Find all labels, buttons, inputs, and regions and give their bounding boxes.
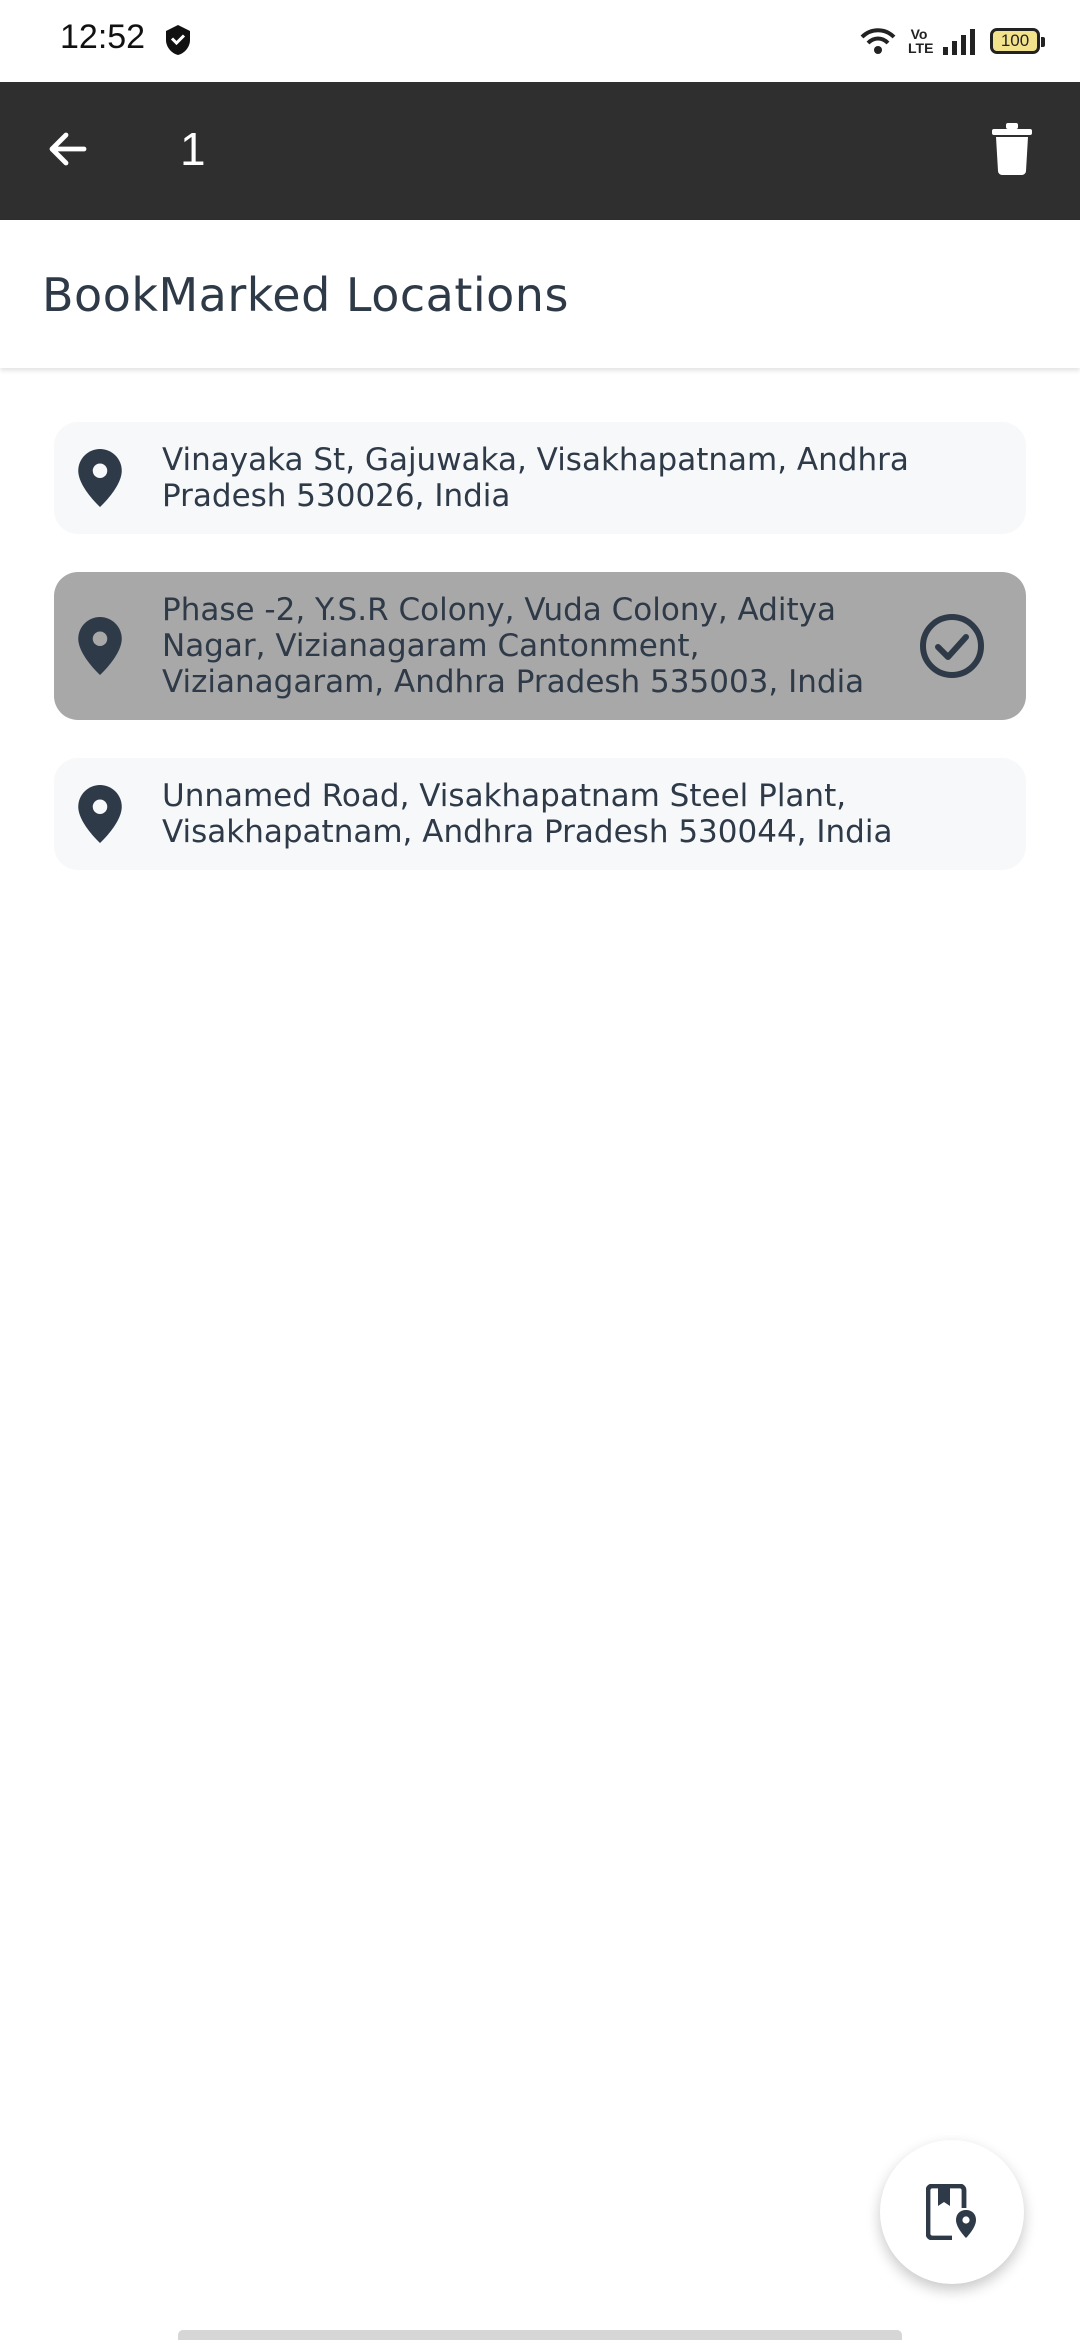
location-item[interactable]: Unnamed Road, Visakhapatnam Steel Plant,… bbox=[54, 758, 1026, 870]
status-icons: Vo LTE 100 bbox=[860, 22, 1045, 60]
trash-icon bbox=[992, 123, 1032, 175]
gesture-bar bbox=[178, 2330, 902, 2340]
selected-count: 1 bbox=[180, 123, 206, 175]
signal-icon bbox=[943, 29, 975, 55]
location-address: Unnamed Road, Visakhapatnam Steel Plant,… bbox=[162, 778, 893, 850]
page-header: BookMarked Locations bbox=[0, 220, 1080, 368]
status-bar: 12:52 Vo LTE 100 bbox=[0, 0, 1080, 82]
shield-icon bbox=[166, 25, 190, 55]
location-address: Vinayaka St, Gajuwaka, Visakhapatnam, An… bbox=[162, 442, 909, 514]
locations-list: Vinayaka St, Gajuwaka, Visakhapatnam, An… bbox=[54, 422, 1026, 908]
delete-button[interactable] bbox=[980, 117, 1044, 181]
bookmark-location-icon bbox=[926, 2184, 976, 2240]
page-title: BookMarked Locations bbox=[42, 268, 569, 322]
location-pin-icon bbox=[78, 449, 122, 507]
volte-label: Vo LTE bbox=[908, 26, 934, 56]
location-pin-icon bbox=[78, 617, 122, 675]
location-pin-icon bbox=[78, 785, 122, 843]
status-time: 12:52 bbox=[60, 18, 146, 56]
add-bookmark-location-button[interactable] bbox=[880, 2140, 1024, 2284]
app-bar: 1 bbox=[0, 82, 1080, 220]
location-item[interactable]: Vinayaka St, Gajuwaka, Visakhapatnam, An… bbox=[54, 422, 1026, 534]
arrow-back-icon bbox=[49, 132, 87, 166]
back-button[interactable] bbox=[36, 117, 100, 181]
wifi-icon bbox=[860, 28, 896, 54]
location-item-selected[interactable]: Phase -2, Y.S.R Colony, Vuda Colony, Adi… bbox=[54, 572, 1026, 720]
check-circle-icon bbox=[920, 614, 984, 678]
location-address: Phase -2, Y.S.R Colony, Vuda Colony, Adi… bbox=[162, 592, 865, 700]
battery-indicator: 100 bbox=[990, 28, 1045, 54]
